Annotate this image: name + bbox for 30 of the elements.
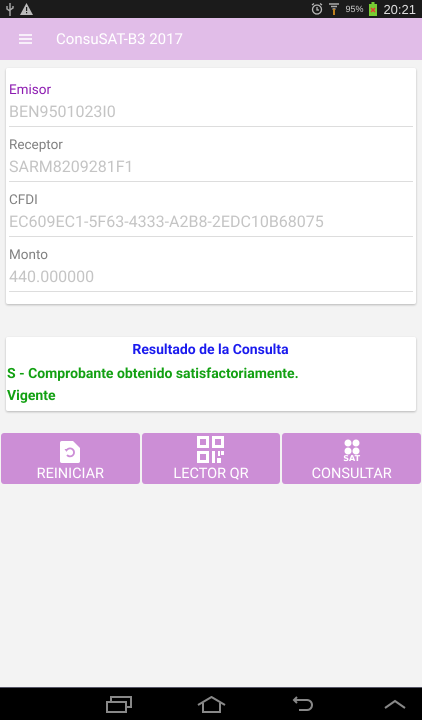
- input-field[interactable]: SARM8209281F1: [9, 155, 413, 182]
- battery-percent: 95%: [345, 4, 364, 14]
- recent-apps-button[interactable]: [106, 695, 132, 713]
- menu-icon: [19, 34, 32, 44]
- action-button[interactable]: REINICIAR: [1, 433, 140, 484]
- battery-icon: [369, 2, 378, 16]
- usb-icon: [6, 2, 14, 16]
- field-label: Monto: [9, 247, 49, 263]
- dots-logo-icon: [344, 439, 360, 455]
- warning-icon: [20, 3, 33, 15]
- field-label: Receptor: [9, 137, 64, 153]
- app-title: ConsuSAT-B3 2017: [56, 30, 183, 48]
- input-field[interactable]: 440.000000: [9, 265, 413, 292]
- field-label: Emisor: [9, 82, 52, 98]
- home-button[interactable]: [197, 696, 226, 712]
- clock-time: 20:21: [383, 2, 416, 16]
- expand-button[interactable]: [384, 699, 406, 709]
- action-button[interactable]: LECTOR QR: [142, 433, 280, 484]
- result-title: Resultado de la Consulta: [132, 342, 289, 358]
- result-message: S - Comprobante obtenido satisfactoriamente.: [7, 366, 300, 382]
- refresh-document-icon: [60, 441, 80, 463]
- logo-text: SAT: [343, 455, 360, 463]
- qr-code-icon: [197, 436, 224, 463]
- field-label: CFDI: [9, 192, 39, 208]
- back-button[interactable]: [292, 696, 314, 712]
- input-field[interactable]: EC609EC1-5F63-4333-A2B8-2EDC10B68075: [9, 210, 413, 237]
- alarm-icon: [311, 3, 324, 15]
- result-status: Vigente: [7, 388, 57, 404]
- input-field[interactable]: BEN9501023I0: [9, 100, 413, 127]
- action-button[interactable]: SAT CONSULTAR: [282, 433, 421, 484]
